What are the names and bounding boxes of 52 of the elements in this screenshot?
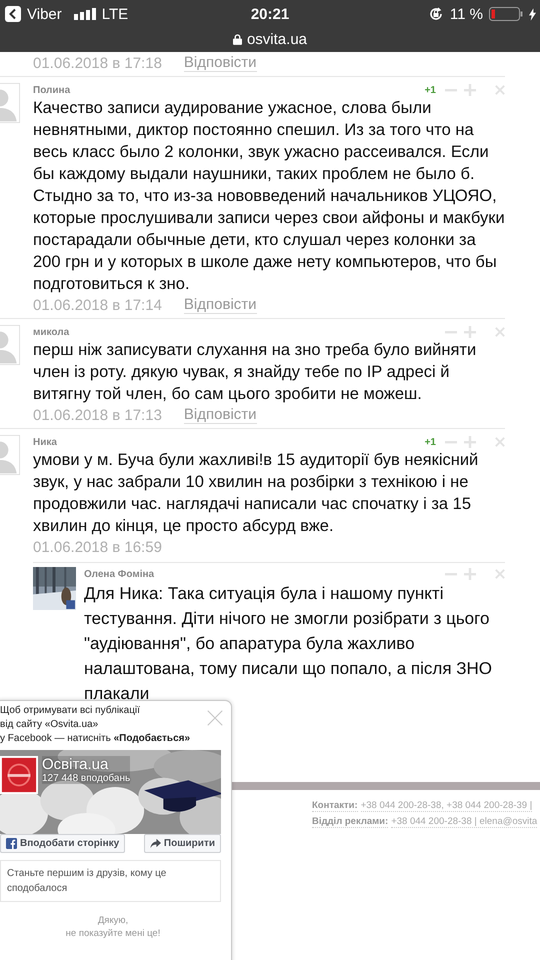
- battery-icon: [489, 7, 523, 21]
- facebook-icon: [6, 838, 17, 849]
- signal-icon: [74, 8, 96, 20]
- page-name[interactable]: Освіта.ua: [42, 756, 130, 773]
- back-app-label[interactable]: Viber: [27, 6, 62, 22]
- comment-author: микола: [33, 326, 70, 338]
- comment-text: умови у м. Буча були жахливі!в 15 аудиторії був неякісний звук, у нас забрали 10 хвилин на розбірки з технікою і не продовжили час. наглядачі написали час спочатку і за 15 хвилин до кінця, це просто абсурд вже.: [33, 450, 480, 537]
- battery-percent: 11 %: [450, 6, 483, 22]
- contact-text: +38 044 200-28-38, +38 044 200-28-39 |: [360, 800, 532, 812]
- clock-time: 20:21: [250, 6, 290, 22]
- url-text: osvita.ua: [246, 30, 308, 48]
- vote-score: +1: [424, 84, 436, 96]
- friends-note: Станьте першим із друзів, кому це сподобалося: [0, 860, 221, 902]
- close-icon[interactable]: [495, 327, 505, 337]
- comment-date: 01.06.2018 в 17:13: [33, 406, 162, 424]
- plus-icon[interactable]: [464, 84, 476, 96]
- vote-score: +1: [424, 436, 436, 448]
- reply-link[interactable]: Відповісти: [184, 54, 257, 72]
- comment-text: Для Ника: Така ситуація була і нашому пункті тестування. Діти нічого не змогли розібрати з цього "аудіювання", бо апаратура була жахливо налаштована, тому писали що попало, а після ЗНО плакали: [84, 583, 494, 705]
- plus-icon[interactable]: [464, 326, 476, 338]
- comment-author: Полина: [33, 84, 70, 96]
- page-logo-icon: [0, 756, 38, 794]
- close-icon[interactable]: [495, 569, 505, 579]
- comment-date: 01.06.2018 в 17:14: [33, 296, 162, 314]
- network-label: LTE: [102, 6, 128, 22]
- share-arrow-icon: [150, 838, 161, 849]
- plus-icon[interactable]: [464, 568, 476, 580]
- rotation-lock-icon: [428, 6, 444, 22]
- footer-label: Контакти:: [312, 800, 358, 812]
- comment-date: 01.06.2018 в 17:18: [33, 54, 162, 72]
- comment-text: перш ніж записувати слухання на зно треба було вийняти член із роту. дякую чувак, я знайду тебе по IP адресі й витягну той член, бо сам цього зробити не можеш.: [33, 340, 478, 405]
- close-icon[interactable]: [495, 85, 505, 95]
- close-icon[interactable]: [495, 437, 505, 447]
- comment-author: Ника: [33, 436, 57, 448]
- comment-text: Качество записи аудирование ужасное, слова были невнятными, диктор постоянно спешил. Из за того что на весь класс было 2 колонки, звук ужасно рассеивался. Если бы каждому выдали наушники, таких проблем не было б. Стыдно за то, что из-за нововведений начальников УЦОЯО, которые прослушивали записи через свои айфоны и макбуки постарадали обычные дети, кто слушал через колонки за 200 грн и у которых в школе даже нету компьютеров, что бы подготовиться к зно.: [33, 98, 505, 295]
- plus-icon[interactable]: [464, 436, 476, 448]
- like-page-button[interactable]: Вподобати сторінку: [0, 834, 126, 853]
- popup-message: Щоб отримувати всі публікації від сайту «Osvita.ua» у Facebook — натисніть «Подобається»: [0, 704, 190, 746]
- dismiss-link[interactable]: Дякую, не показуйте мені це!: [0, 914, 231, 940]
- contact-text: +38 044 200-28-38 | elena@osvita: [391, 816, 538, 828]
- share-button[interactable]: Поширити: [144, 834, 221, 853]
- likes-count: 127 448 вподобань: [42, 773, 130, 784]
- address-bar[interactable]: osvita.ua: [170, 28, 370, 50]
- close-icon[interactable]: [207, 710, 223, 726]
- reply-link[interactable]: Відповісти: [184, 296, 257, 314]
- charging-bolt-icon: [529, 8, 536, 20]
- footer-label: Відділ реклами:: [312, 816, 388, 828]
- comment-date: 01.06.2018 в 16:59: [33, 538, 162, 556]
- comment-author: Олена Фоміна: [84, 568, 154, 580]
- back-icon[interactable]: [5, 6, 21, 22]
- reply-link[interactable]: Відповісти: [184, 406, 257, 424]
- lock-icon: [232, 34, 242, 44]
